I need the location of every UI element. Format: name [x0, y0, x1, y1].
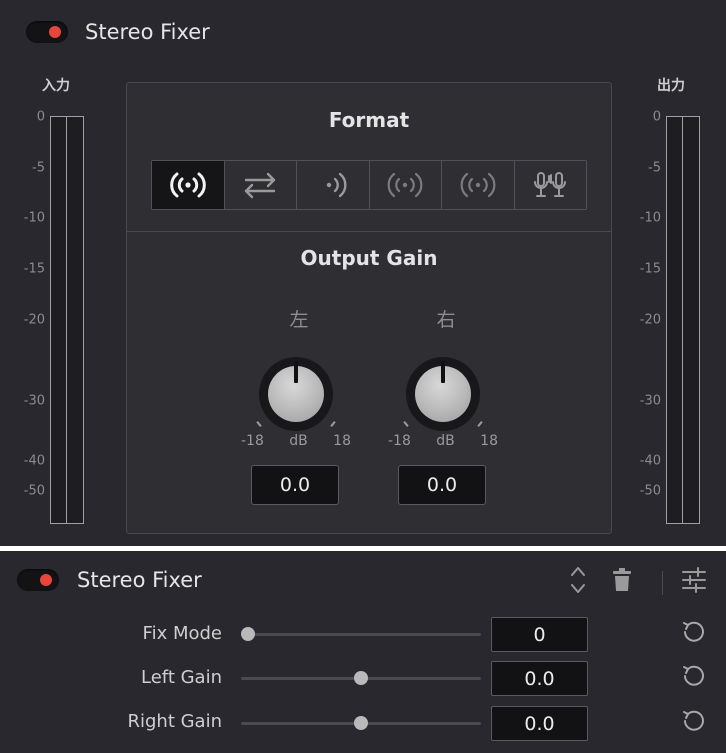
left-gain-value-field[interactable]: 0.0	[251, 465, 339, 505]
input-tick: -20	[23, 312, 45, 328]
output-tick: -20	[639, 312, 661, 328]
dual-mic-icon	[534, 172, 567, 197]
fix-mode-value-field[interactable]: 0	[491, 617, 588, 652]
slider-thumb[interactable]	[241, 627, 255, 641]
input-tick: -30	[23, 393, 45, 409]
format-title: Format	[328, 108, 410, 132]
output-tick: -10	[639, 210, 661, 226]
knob-max-tick	[477, 421, 483, 427]
input-tick: -10	[23, 210, 45, 226]
knob-min-tick	[256, 421, 262, 427]
plugin-parameters-panel: Stereo Fixer Fix Mode 0 Left Gain 0.0 Ri…	[0, 551, 726, 753]
reset-icon	[683, 710, 704, 731]
input-meter-right-channel	[67, 117, 82, 523]
input-meter-left-channel	[51, 117, 67, 523]
right-gain-param-field[interactable]: 0.0	[491, 706, 588, 741]
format-swap-button[interactable]	[224, 161, 297, 209]
fix-mode-reset-button[interactable]	[681, 619, 707, 645]
knob-pointer	[441, 361, 445, 383]
input-tick: -15	[23, 261, 45, 277]
panel-divider	[127, 231, 611, 232]
toolbar-separator	[662, 571, 663, 595]
output-level-meter	[666, 116, 700, 524]
output-gain-title: Output Gain	[300, 246, 438, 270]
scale-unit: dB	[436, 433, 455, 449]
controls-panel: Format Output Gain 左 -18 dB 18 0.0 右 -18…	[126, 82, 612, 534]
input-tick: 0	[36, 109, 45, 125]
output-tick: -40	[639, 453, 661, 469]
stereo-broadcast-icon	[169, 172, 206, 198]
left-gain-reset-button[interactable]	[681, 663, 707, 689]
left-channel-label: 左	[289, 309, 309, 331]
left-gain-knob[interactable]	[259, 357, 333, 431]
output-meter-label: 出力	[657, 78, 685, 94]
plugin-gui-panel: Stereo Fixer 入力 0 -5 -10 -15 -20 -30 -40…	[0, 0, 726, 546]
fix-mode-label: Fix Mode	[142, 623, 222, 644]
plugin-enable-toggle[interactable]	[26, 21, 68, 43]
plugin-enable-toggle[interactable]	[17, 569, 59, 591]
settings-button[interactable]	[681, 566, 707, 594]
scale-max: 18	[333, 433, 351, 449]
scale-min: -18	[241, 433, 264, 449]
left-gain-control: 左 -18 dB 18 0.0	[241, 305, 351, 515]
right-gain-knob[interactable]	[406, 357, 480, 431]
enable-indicator-dot	[40, 574, 52, 586]
format-mono-right-button[interactable]	[442, 161, 515, 209]
left-gain-slider[interactable]	[241, 671, 481, 685]
enable-indicator-dot	[49, 26, 61, 38]
slider-thumb[interactable]	[354, 716, 368, 730]
sliders-icon	[682, 567, 706, 593]
scale-unit: dB	[289, 433, 308, 449]
output-tick: -5	[648, 160, 661, 176]
knob-max-tick	[330, 421, 336, 427]
knob-min-tick	[403, 421, 409, 427]
reset-icon	[683, 621, 704, 642]
left-gain-scale: -18 dB 18	[241, 433, 351, 449]
fix-mode-slider[interactable]	[241, 627, 481, 641]
format-right-only-button[interactable]	[297, 161, 370, 209]
mono-right-icon	[460, 172, 496, 198]
left-gain-label: Left Gain	[141, 667, 222, 688]
left-gain-param-field[interactable]: 0.0	[491, 661, 588, 696]
swap-channels-icon	[245, 172, 276, 199]
input-meter-label: 入力	[42, 78, 70, 94]
slider-thumb[interactable]	[354, 671, 368, 685]
right-channel-label: 右	[436, 309, 456, 331]
output-tick: -15	[639, 261, 661, 277]
input-tick: -5	[32, 160, 45, 176]
right-gain-value-field[interactable]: 0.0	[398, 465, 486, 505]
output-tick: 0	[652, 109, 661, 125]
output-tick: -30	[639, 393, 661, 409]
chevron-up-down-icon	[571, 567, 585, 593]
reorder-button[interactable]	[567, 563, 589, 597]
output-meter-right-channel	[683, 117, 698, 523]
format-selector	[151, 160, 587, 210]
mono-left-icon	[387, 172, 423, 198]
input-tick: -50	[23, 483, 45, 499]
format-stereo-button[interactable]	[152, 161, 225, 209]
right-gain-slider[interactable]	[241, 716, 481, 730]
format-mono-left-button[interactable]	[369, 161, 442, 209]
plugin-title: Stereo Fixer	[77, 568, 202, 592]
format-dual-mic-button[interactable]	[514, 161, 586, 209]
input-level-meter	[50, 116, 84, 524]
right-only-icon	[326, 172, 347, 198]
scale-min: -18	[388, 433, 411, 449]
reset-icon	[683, 665, 704, 686]
input-tick: -40	[23, 453, 45, 469]
trash-icon	[613, 568, 631, 591]
right-gain-control: 右 -18 dB 18 0.0	[388, 305, 498, 515]
right-gain-label: Right Gain	[127, 711, 222, 732]
delete-button[interactable]	[611, 566, 633, 594]
scale-max: 18	[480, 433, 498, 449]
right-gain-scale: -18 dB 18	[388, 433, 498, 449]
plugin-title: Stereo Fixer	[85, 20, 210, 44]
output-tick: -50	[639, 483, 661, 499]
right-gain-reset-button[interactable]	[681, 708, 707, 734]
knob-pointer	[294, 361, 298, 383]
output-meter-left-channel	[667, 117, 683, 523]
